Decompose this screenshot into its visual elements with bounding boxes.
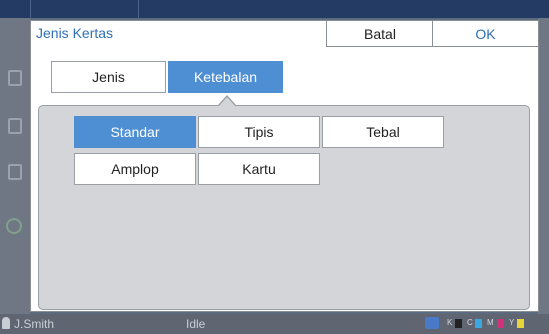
option-amplop[interactable]: Amplop: [74, 153, 196, 185]
ink-level-m: [497, 319, 504, 328]
ok-button[interactable]: OK: [432, 21, 538, 47]
background-header: [0, 0, 549, 18]
tab-jenis[interactable]: Jenis: [51, 61, 166, 93]
background-scrollbar: [538, 18, 549, 314]
user-icon: [2, 317, 10, 329]
ink-label-m: M: [487, 318, 494, 327]
document-icon: [8, 118, 22, 134]
ink-label-y: Y: [509, 318, 515, 327]
user-name: J.Smith: [14, 317, 55, 331]
background-sidebar: [0, 18, 30, 314]
thickness-options-panel: Standar Tipis Tebal Amplop Kartu: [38, 105, 530, 310]
machine-status: Idle: [186, 317, 206, 331]
paper-type-dialog: Jenis Kertas Batal OK Jenis Ketebalan St…: [30, 20, 539, 312]
check-circle-icon: [6, 218, 22, 234]
ink-level-k: [455, 319, 462, 328]
ink-level-c: [475, 319, 482, 328]
background-header-segment: [0, 0, 31, 18]
mode-icon: [425, 317, 439, 329]
dialog-header: Jenis Kertas Batal OK: [31, 21, 538, 47]
document-icon: [8, 164, 22, 180]
ink-label-k: K: [447, 318, 453, 327]
cancel-button[interactable]: Batal: [326, 21, 433, 47]
tab-ketebalan[interactable]: Ketebalan: [168, 61, 283, 93]
tab-pointer-notch-fill: [219, 97, 235, 106]
option-kartu[interactable]: Kartu: [198, 153, 320, 185]
document-icon: [8, 70, 22, 86]
option-standar[interactable]: Standar: [74, 116, 196, 148]
ink-label-c: C: [467, 318, 473, 327]
ink-level-y: [517, 319, 524, 328]
background-header-segment: [30, 0, 139, 18]
background-status-bar: J.Smith Idle K C M Y: [0, 314, 549, 334]
dialog-title: Jenis Kertas: [36, 25, 114, 41]
option-tipis[interactable]: Tipis: [198, 116, 320, 148]
option-tebal[interactable]: Tebal: [322, 116, 444, 148]
